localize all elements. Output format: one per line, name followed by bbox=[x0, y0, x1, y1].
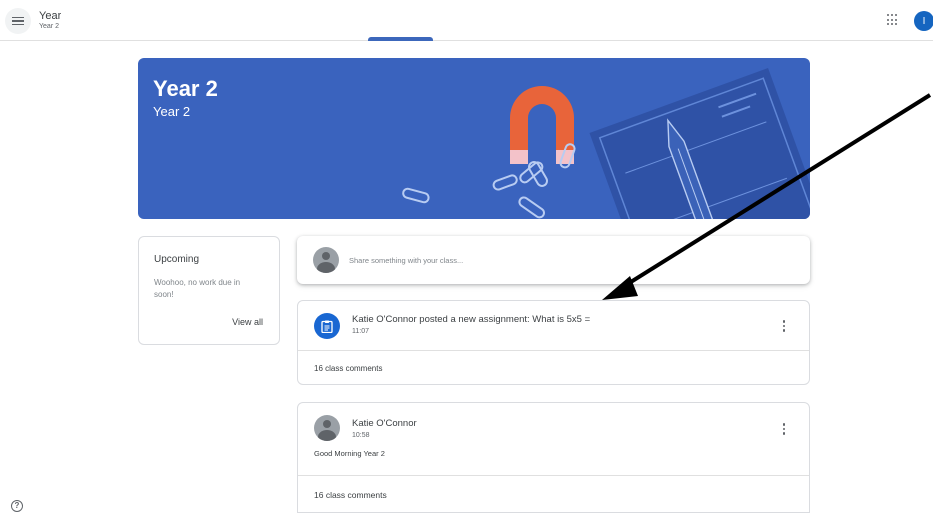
post-time: 11:07 bbox=[352, 328, 369, 335]
help-icon[interactable]: ? bbox=[11, 500, 23, 512]
account-avatar[interactable]: I bbox=[914, 11, 933, 31]
class-comments-link[interactable]: 16 class comments bbox=[314, 490, 387, 500]
post-author: Katie O'Connor bbox=[352, 418, 417, 429]
class-name[interactable]: Year bbox=[39, 10, 61, 22]
assignment-post[interactable]: Katie O'Connor posted a new assignment: … bbox=[297, 300, 810, 385]
post-divider bbox=[298, 350, 809, 351]
main-menu-button[interactable] bbox=[5, 8, 31, 34]
banner-class-title: Year 2 bbox=[153, 76, 218, 101]
banner-class-subtitle: Year 2 bbox=[153, 104, 191, 119]
banner-illustration bbox=[402, 68, 810, 219]
post-body: Good Morning Year 2 bbox=[314, 449, 385, 458]
share-input[interactable]: Share something with your class... bbox=[349, 256, 463, 265]
class-banner: Year 2 Year 2 bbox=[138, 58, 810, 219]
post-divider bbox=[298, 475, 809, 476]
upcoming-message: Woohoo, no work due in soon! bbox=[154, 278, 241, 299]
more-options-icon[interactable] bbox=[782, 320, 786, 332]
more-options-icon[interactable] bbox=[782, 423, 786, 435]
announcement-post: Katie O'Connor 10:58 Good Morning Year 2… bbox=[297, 402, 810, 513]
author-avatar bbox=[314, 415, 340, 441]
upcoming-card: Upcoming Woohoo, no work due in soon! Vi… bbox=[138, 236, 280, 345]
menu-icon bbox=[12, 16, 24, 26]
assignment-post-title[interactable]: Katie O'Connor posted a new assignment: … bbox=[352, 314, 590, 325]
top-app-bar: Year Year 2 I bbox=[0, 0, 933, 41]
class-comments-link[interactable]: 16 class comments bbox=[314, 364, 382, 373]
user-avatar bbox=[313, 247, 339, 273]
share-box[interactable]: Share something with your class... bbox=[297, 236, 810, 284]
view-all-link[interactable]: View all bbox=[232, 317, 263, 327]
upcoming-title: Upcoming bbox=[154, 254, 200, 265]
active-tab-indicator bbox=[368, 37, 433, 41]
google-apps-icon[interactable] bbox=[887, 14, 899, 26]
class-section: Year 2 bbox=[39, 23, 59, 30]
post-time: 10:58 bbox=[352, 432, 370, 439]
assignment-icon bbox=[314, 313, 340, 339]
